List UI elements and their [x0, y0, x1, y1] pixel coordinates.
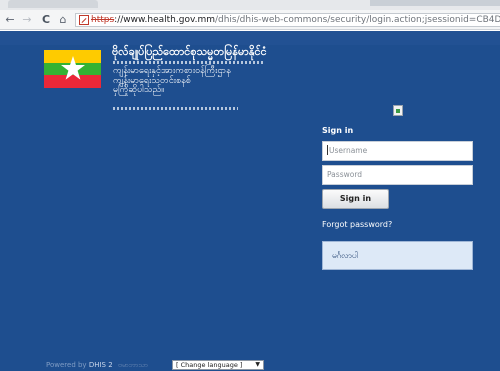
- myanmar-flag-logo: [44, 50, 101, 88]
- chevron-down-icon: ▼: [255, 361, 260, 368]
- text-cursor: [327, 145, 328, 155]
- broken-image-icon: [393, 105, 403, 116]
- url-scheme: https: [91, 15, 115, 25]
- url-host: ://www.health.gov.mm: [114, 15, 215, 25]
- password-placeholder: Password: [327, 170, 363, 179]
- reload-icon[interactable]: C: [39, 12, 53, 27]
- username-field[interactable]: Username: [322, 141, 473, 161]
- url-path: /dhis/dhis-web-commons/security/login.ac…: [214, 15, 500, 25]
- language-select-value: [ Change language ]: [176, 361, 243, 369]
- dhis2-link[interactable]: DHIS 2: [89, 361, 113, 369]
- browser-tab[interactable]: [370, 0, 500, 6]
- broken-lock-icon[interactable]: [79, 15, 89, 25]
- sign-in-heading: Sign in: [322, 126, 354, 135]
- language-link[interactable]: ဗမာဘာသာ: [118, 361, 148, 369]
- language-select[interactable]: [ Change language ] ▼: [172, 360, 264, 370]
- page-title: ဗိုလ်ချုပ်ပြည်ထောင်စုသမ္မတမြန်မာနိုင်ငံ: [112, 45, 267, 58]
- decorative-divider: [113, 61, 263, 64]
- sign-in-button[interactable]: Sign in: [322, 189, 389, 209]
- forgot-password-link[interactable]: Forgot password?: [322, 220, 392, 230]
- browser-tab[interactable]: [8, 0, 98, 8]
- browser-toolbar: ← → C ⌂ https://www.health.gov.mm/dhis/d…: [0, 10, 500, 30]
- password-field[interactable]: Password: [322, 165, 473, 185]
- subtitle-line-3: မှကြိုဆိုပါသည်။: [113, 85, 164, 95]
- tab-strip: [0, 0, 500, 10]
- powered-by-text: Powered by DHIS 2 ဗမာဘာသာ: [46, 361, 148, 370]
- address-bar[interactable]: https://www.health.gov.mm/dhis/dhis-web-…: [75, 13, 500, 27]
- page-footer: Powered by DHIS 2 ဗမာဘာသာ [ Change langu…: [0, 360, 500, 371]
- home-icon[interactable]: ⌂: [56, 12, 70, 27]
- back-arrow-icon[interactable]: ←: [3, 12, 17, 27]
- welcome-notice: မင်္ဂလာပါ: [322, 241, 473, 270]
- star-icon: [61, 56, 85, 80]
- login-page: ဗိုလ်ချုပ်ပြည်ထောင်စုသမ္မတမြန်မာနိုင်ငံ …: [0, 31, 500, 371]
- forward-arrow-icon[interactable]: →: [20, 12, 34, 27]
- browser-window: ← → C ⌂ https://www.health.gov.mm/dhis/d…: [0, 0, 500, 371]
- powered-prefix: Powered by: [46, 361, 87, 369]
- username-placeholder: Username: [329, 146, 368, 155]
- decorative-divider: [113, 107, 238, 110]
- subtitle-line-1: ကျန်းမာရေးနှင့်အားကစားဝန်ကြီးဌာန: [113, 66, 231, 76]
